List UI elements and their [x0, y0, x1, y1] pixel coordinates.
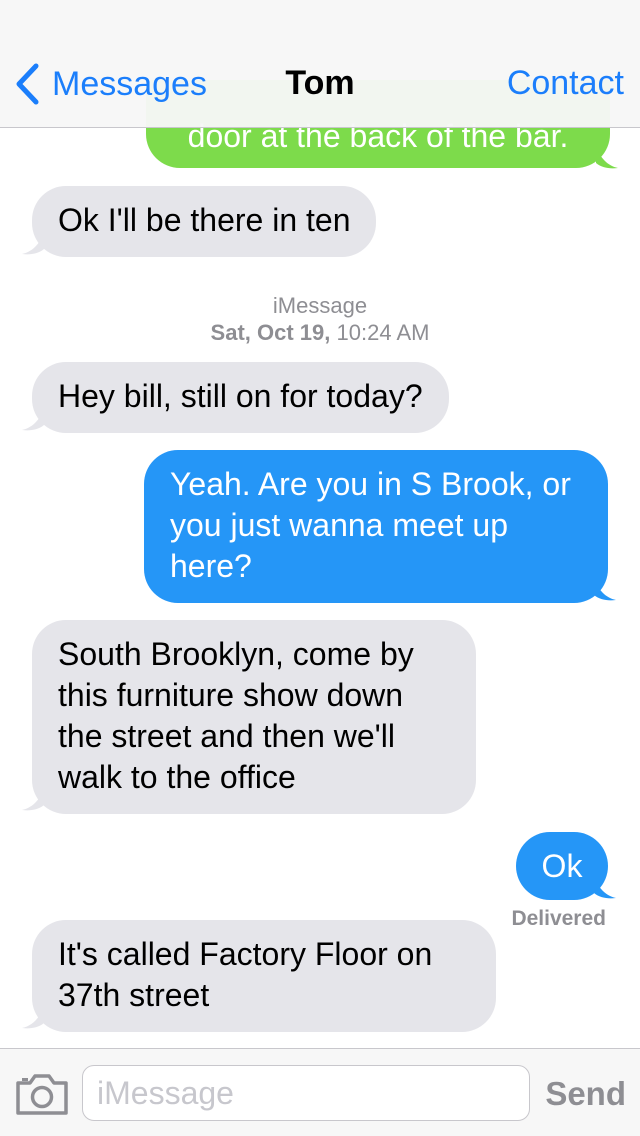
bubble-tail — [596, 146, 618, 169]
message-text: Yeah. Are you in S Brook, or you just wa… — [170, 466, 571, 584]
conversation-thread[interactable]: door at the back of the bar. Ok I'll be … — [0, 0, 640, 1048]
message-bubble-incoming[interactable]: Hey bill, still on for today? — [32, 362, 449, 433]
message-text: Ok I'll be there in ten — [58, 202, 351, 238]
message-bubble-outgoing-imessage[interactable]: Yeah. Are you in S Brook, or you just wa… — [144, 450, 608, 603]
message-text: It's called Factory Floor on 37th street — [58, 936, 433, 1013]
message-text: Hey bill, still on for today? — [58, 378, 423, 414]
message-timestamp: iMessage Sat, Oct 19, 10:24 AM — [0, 292, 640, 346]
delivery-status: Delivered — [511, 907, 606, 930]
timestamp-date: Sat, Oct 19, — [210, 320, 331, 345]
chevron-left-icon — [16, 63, 39, 105]
message-composer: Send — [0, 1048, 640, 1136]
timestamp-service: iMessage — [272, 293, 368, 318]
messages-app: door at the back of the bar. Ok I'll be … — [0, 0, 640, 1136]
conversation-title: Tom — [285, 64, 355, 102]
timestamp-datetime: Sat, Oct 19, 10:24 AM — [0, 319, 640, 346]
send-button[interactable]: Send — [545, 1075, 626, 1113]
message-bubble-incoming[interactable]: South Brooklyn, come by this furniture s… — [32, 620, 476, 814]
timestamp-time: 10:24 AM — [336, 320, 430, 345]
contact-button[interactable]: Contact — [507, 64, 624, 103]
back-button-label: Messages — [52, 64, 207, 103]
message-text: Ok — [541, 848, 583, 884]
message-bubble-incoming[interactable]: Ok I'll be there in ten — [32, 186, 377, 257]
camera-icon[interactable] — [14, 1069, 70, 1119]
message-bubble-incoming[interactable]: It's called Factory Floor on 37th street — [32, 920, 496, 1032]
message-bubble-outgoing-imessage[interactable]: Ok — [516, 832, 608, 900]
message-input[interactable] — [82, 1065, 530, 1121]
navigation-bar: Messages Tom Contact — [0, 0, 640, 128]
message-text: South Brooklyn, come by this furniture s… — [58, 636, 414, 795]
back-button[interactable]: Messages — [14, 58, 207, 110]
